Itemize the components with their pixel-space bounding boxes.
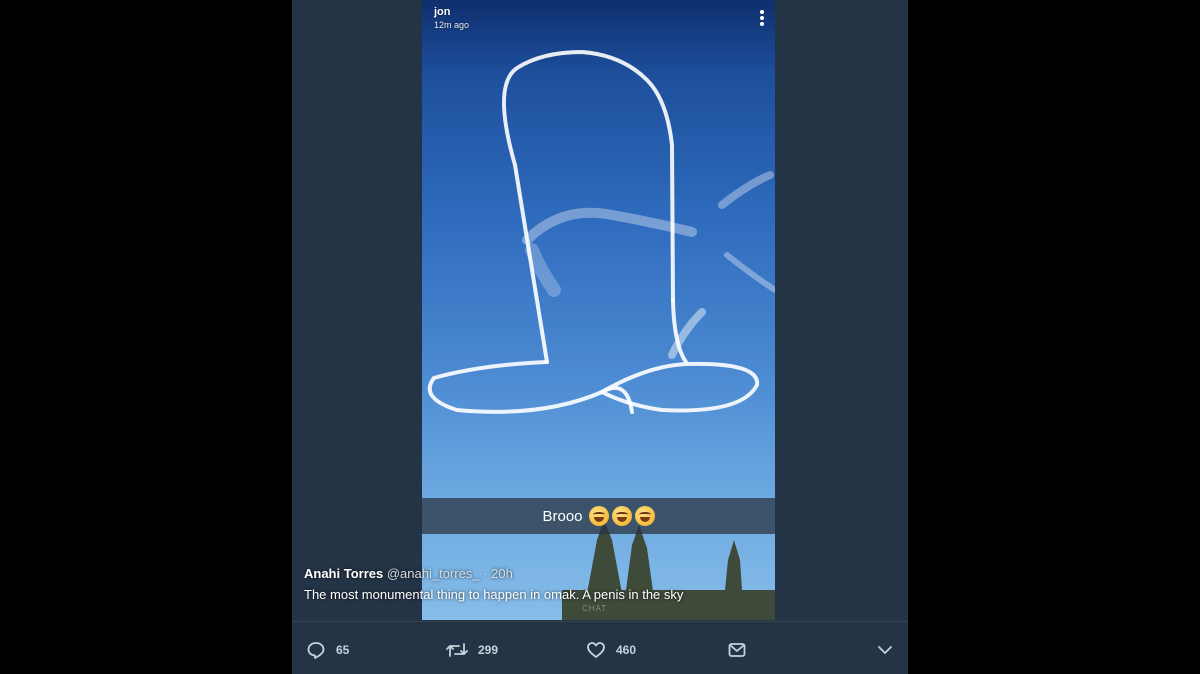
chevron-down-icon [878,646,892,654]
page: { "story": { "username": "jon", "timesta… [0,0,1200,674]
laughing-emoji-icon [634,506,655,526]
story-chat-label: CHAT [582,604,608,613]
reply-icon [307,642,325,659]
reply-button[interactable]: 65 [306,640,349,660]
direct-message-button[interactable] [727,640,757,660]
retweet-button[interactable]: 299 [446,640,498,660]
like-button[interactable]: 460 [586,640,636,660]
snapchat-story-image[interactable]: jon 12m ago Brooo CHAT [422,0,775,620]
tweet-time[interactable]: · 20h [483,566,513,581]
like-count: 460 [616,643,637,657]
story-caption-bar: Brooo [422,498,775,534]
more-vertical-icon[interactable] [759,10,765,28]
author-name[interactable]: Anahi Torres [304,566,383,581]
tweet-text: The most monumental thing to happen in o… [304,587,684,602]
more-options-button[interactable] [875,640,905,660]
story-caption: Brooo [542,507,583,525]
reply-count: 65 [336,643,350,657]
laughing-emoji-icon [588,506,609,526]
envelope-icon [728,643,746,657]
story-username[interactable]: jon [434,6,451,18]
tweet-header: Anahi Torres @anahi_torres_ · 20h [304,566,904,581]
tweet-content: Anahi Torres @anahi_torres_ · 20h The mo… [304,566,904,602]
divider [292,621,908,622]
retweet-count: 299 [478,643,499,657]
author-handle[interactable]: @anahi_torres_ [387,566,480,581]
retweet-icon [446,643,468,657]
heart-icon [587,642,605,658]
laughing-emoji-icon [611,506,632,526]
story-timestamp: 12m ago [434,20,470,30]
